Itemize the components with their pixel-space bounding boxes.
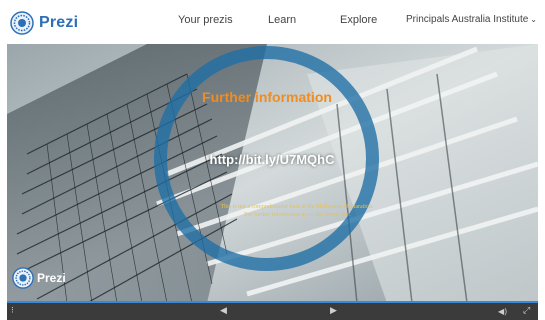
prezi-logo-icon xyxy=(10,11,34,35)
nav-explore[interactable]: Explore xyxy=(340,14,377,26)
account-menu[interactable]: Principals Australia Institute ⌄ xyxy=(406,14,537,25)
presentation-stage[interactable]: Further information http://bit.ly/U7MQhC… xyxy=(7,44,538,303)
fullscreen-icon[interactable]: ⤢ xyxy=(523,306,530,317)
frame-note: This is not a comprehensive look at the … xyxy=(220,204,374,218)
nav-learn[interactable]: Learn xyxy=(268,14,296,26)
further-info-link[interactable]: http://bit.ly/U7MQhC xyxy=(182,152,362,167)
nav-your-prezis[interactable]: Your prezis xyxy=(178,14,233,26)
prezi-watermark-icon xyxy=(12,267,34,289)
prezi-logo[interactable]: Prezi xyxy=(10,10,78,36)
logo-text: Prezi xyxy=(39,14,79,31)
previous-step-button[interactable]: ◀ xyxy=(220,306,227,317)
prezi-watermark: Prezi xyxy=(12,267,66,289)
top-nav: Prezi Your prezis Learn Explore Principa… xyxy=(0,0,545,44)
frame-title: Further information xyxy=(202,89,332,105)
volume-icon[interactable]: ◀) xyxy=(498,306,507,317)
watermark-text: Prezi xyxy=(37,271,66,285)
player-controls: ⁝ ◀ ▶ ◀) ⤢ xyxy=(7,303,538,320)
chevron-down-icon: ⌄ xyxy=(530,15,537,24)
next-step-button[interactable]: ▶ xyxy=(330,306,337,317)
account-name: Principals Australia Institute xyxy=(406,14,529,25)
menu-handle-icon[interactable]: ⁝ xyxy=(11,306,14,317)
